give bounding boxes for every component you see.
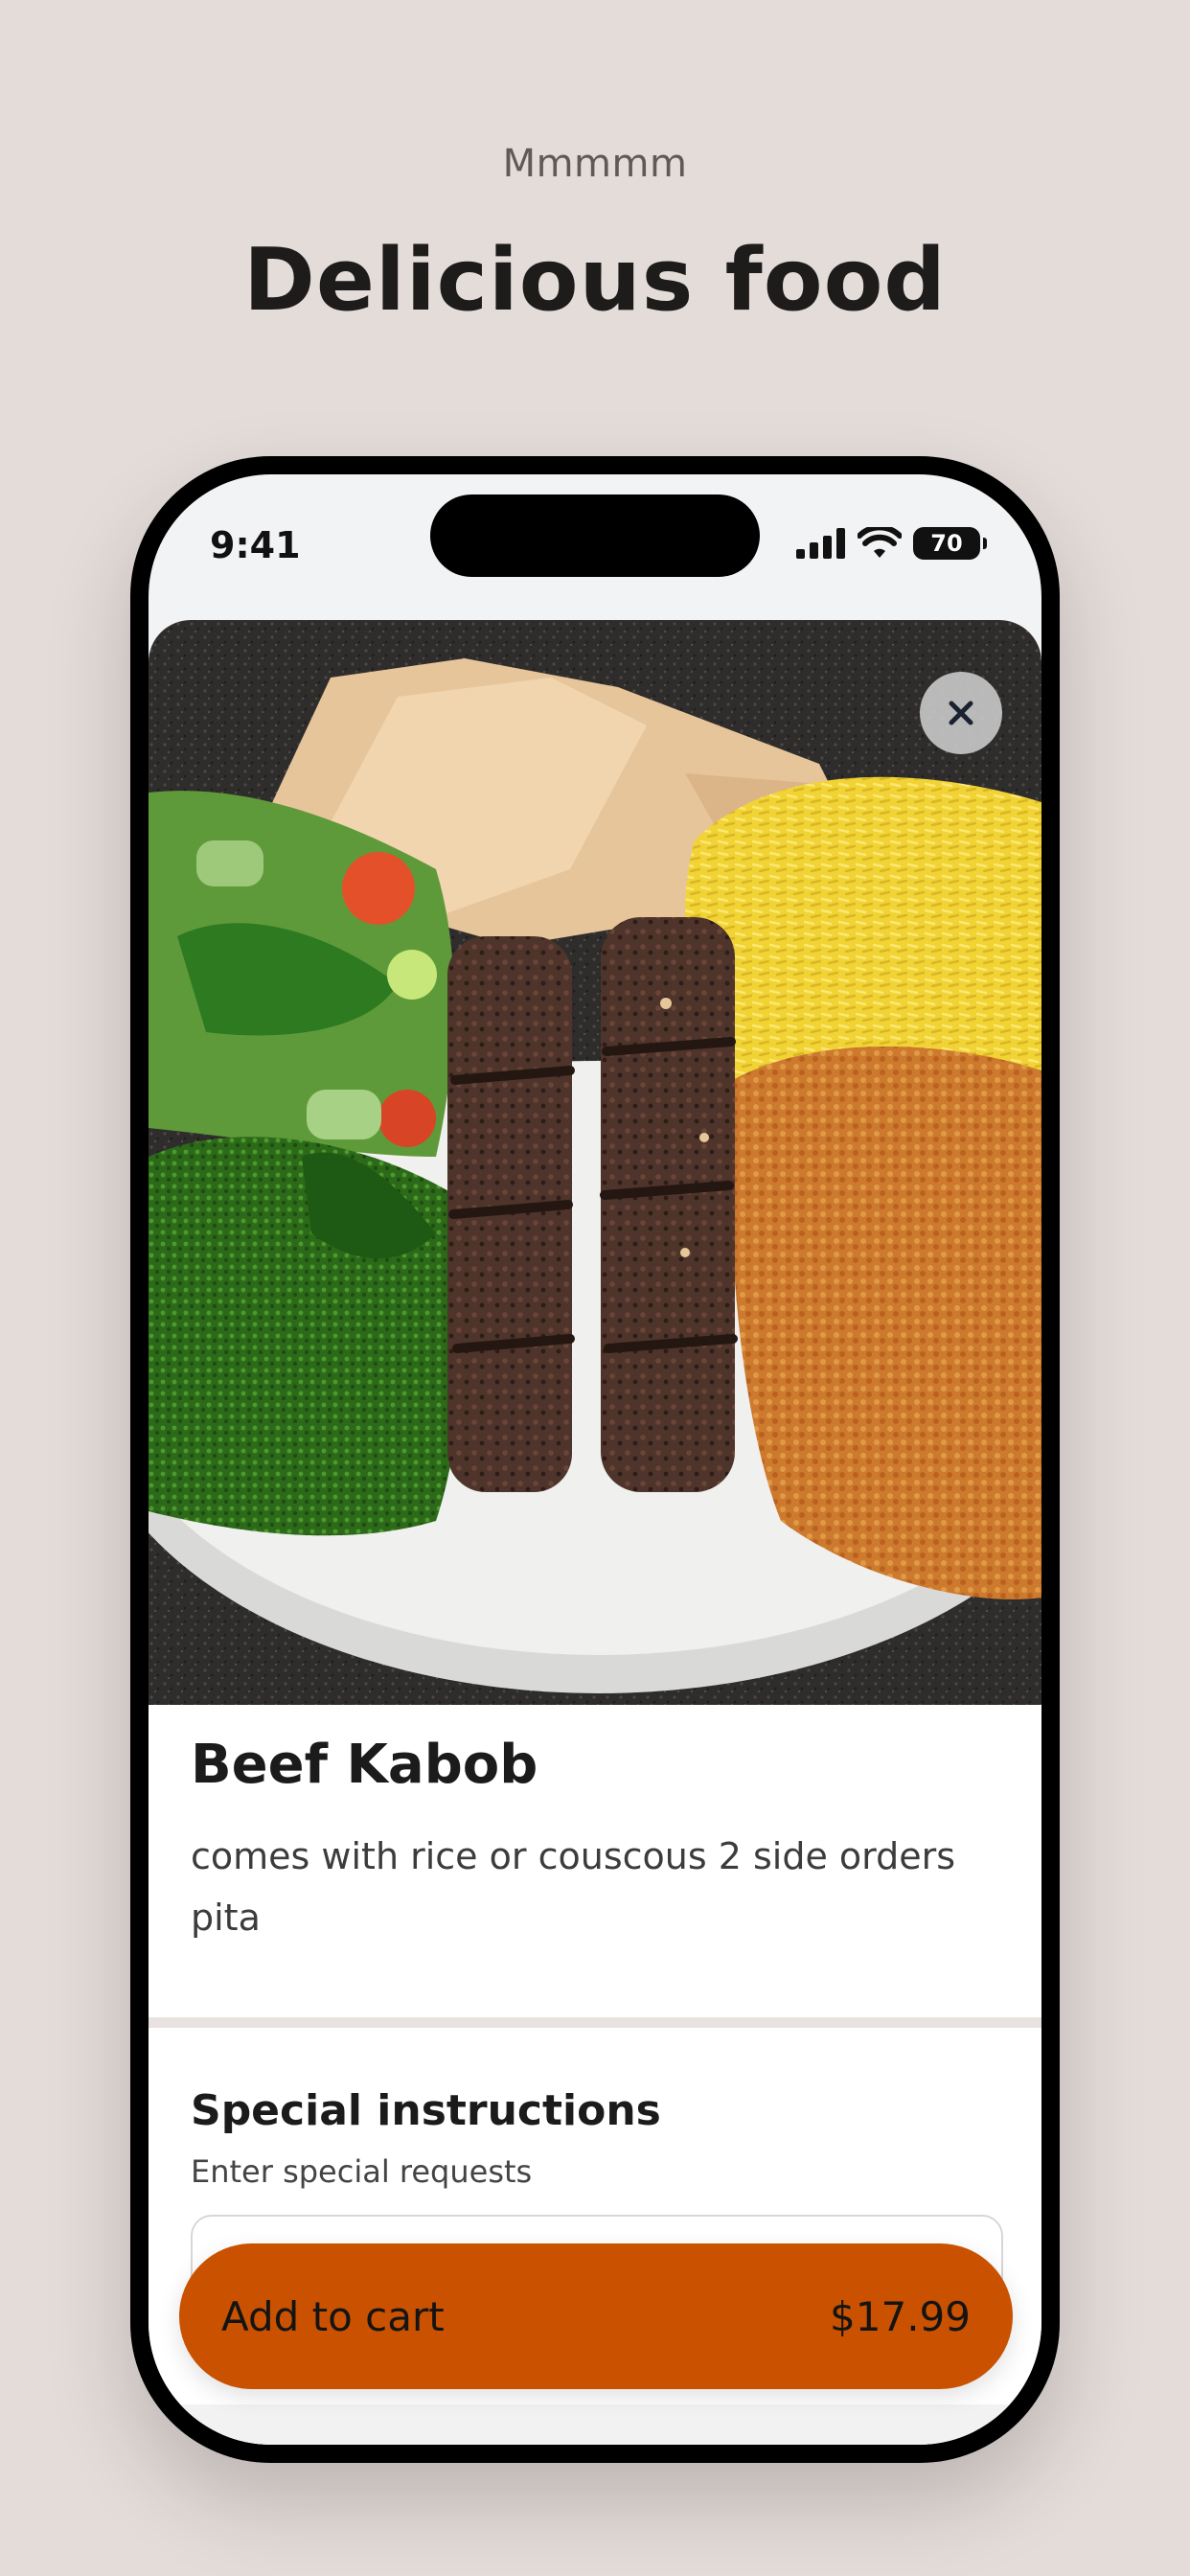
phone-frame: 9:41 70 Beef Kabob comes with rice or co… <box>130 456 1060 2463</box>
status-icons: 70 <box>796 526 987 561</box>
wifi-icon <box>858 527 902 558</box>
cellular-signal-icon <box>796 528 845 559</box>
status-time: 9:41 <box>210 524 301 566</box>
close-button[interactable] <box>920 672 1002 754</box>
phone-screen: 9:41 70 Beef Kabob comes with rice or co… <box>149 474 1041 2445</box>
add-to-cart-label: Add to cart <box>221 2292 445 2340</box>
food-photo <box>149 620 1041 1705</box>
section-divider <box>149 2017 1041 2028</box>
bottom-bar-background <box>149 2404 1041 2445</box>
status-bar: 9:41 70 <box>149 474 1041 618</box>
item-name: Beef Kabob <box>191 1734 538 1796</box>
add-to-cart-button[interactable]: Add to cart $17.99 <box>179 2243 1013 2389</box>
battery-icon: 70 <box>913 527 987 560</box>
page-headline: Delicious food <box>243 230 947 331</box>
item-detail-sheet: Beef Kabob comes with rice or couscous 2… <box>149 620 1041 2445</box>
special-instructions-title: Special instructions <box>191 2086 661 2135</box>
dynamic-island <box>430 494 760 577</box>
close-icon <box>949 701 973 725</box>
page-kicker: Mmmmm <box>502 142 688 186</box>
item-description: comes with rice or couscous 2 side order… <box>191 1835 956 1939</box>
special-instructions-subtitle: Enter special requests <box>191 2153 533 2190</box>
item-price: $17.99 <box>830 2292 971 2340</box>
